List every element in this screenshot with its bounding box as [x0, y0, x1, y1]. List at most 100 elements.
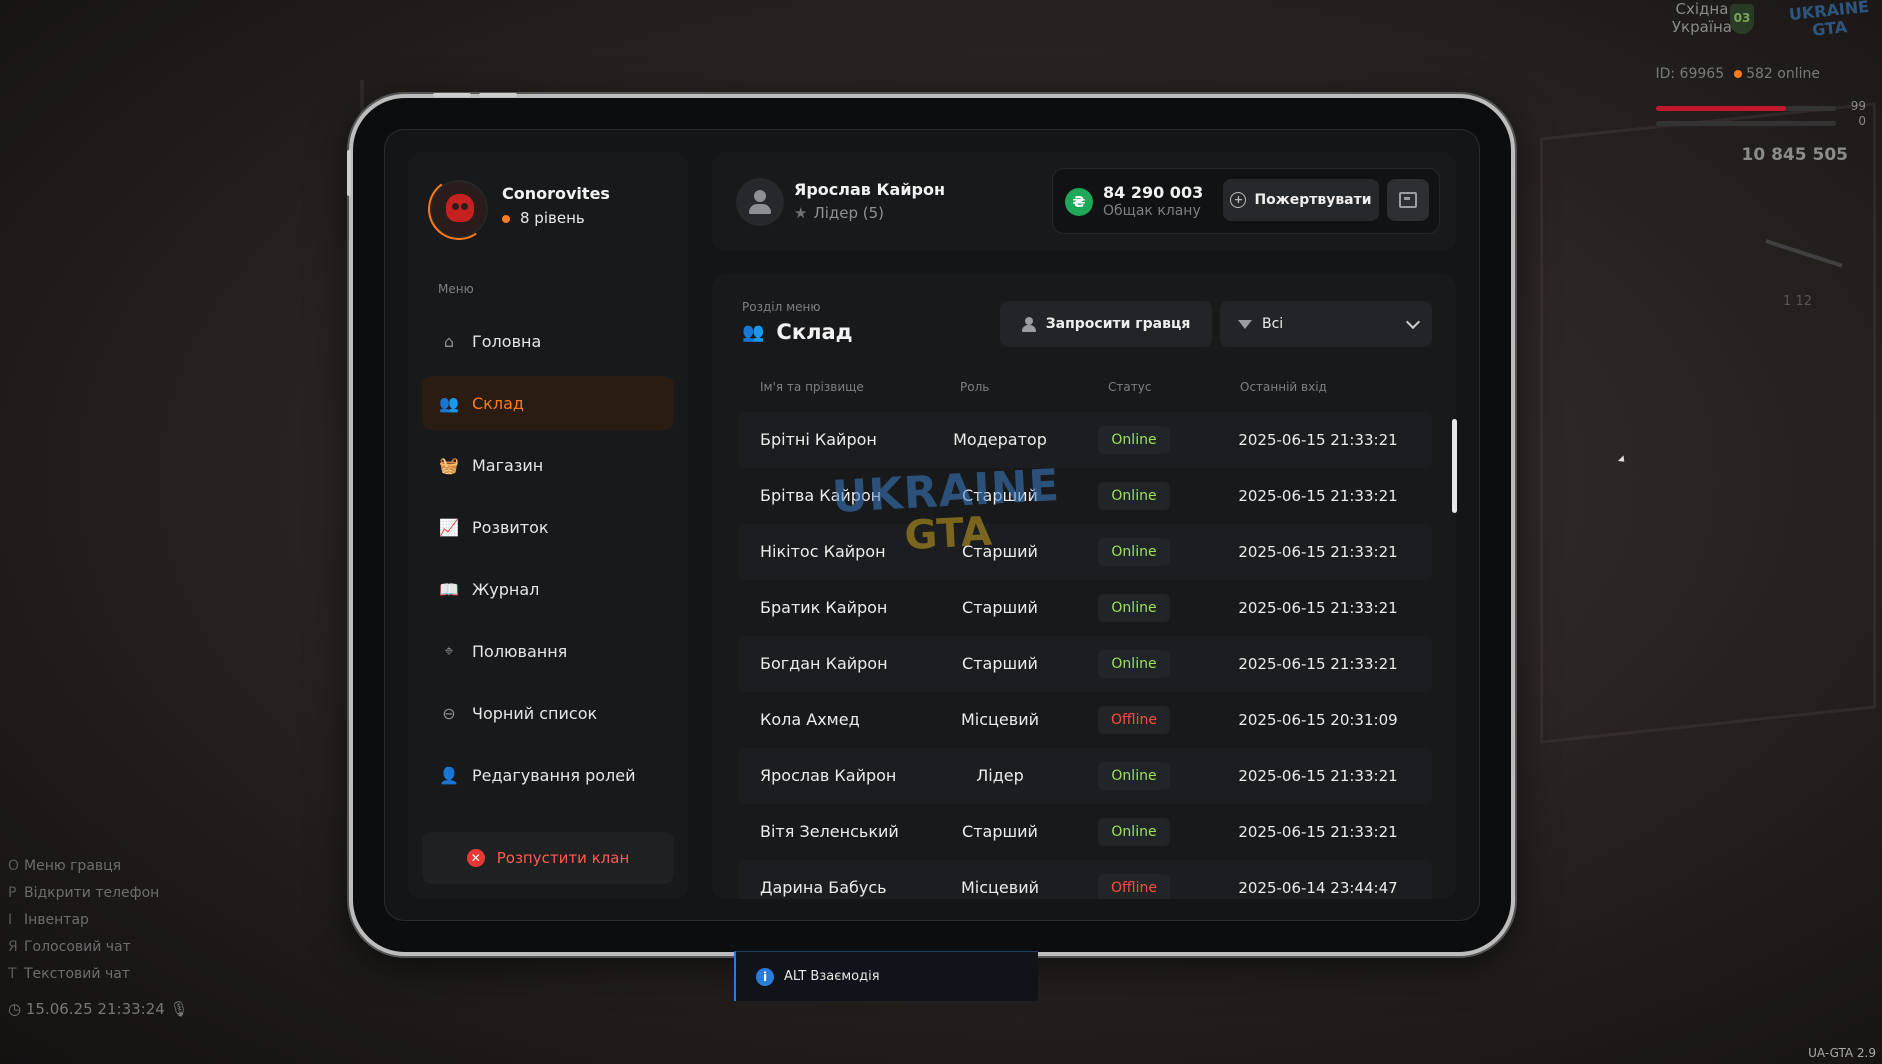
- hud-clock: ◷ 15.06.25 21:33:24 🎙: [8, 1000, 189, 1018]
- hud-region-name: Східна Україна: [1672, 0, 1732, 36]
- menu-item-label: Магазин: [472, 455, 544, 475]
- member-role: Місцевий: [960, 710, 1039, 729]
- hotkey-label: Голосовий чат: [24, 939, 131, 955]
- donate-button[interactable]: + Пожертвувати: [1223, 179, 1379, 221]
- clan-bank: ₴ 84 290 003 Общак клану + Пожертвувати: [1052, 168, 1440, 234]
- interaction-hint: i ALT Взаємодія: [734, 951, 1038, 1001]
- member-role: Старший: [962, 542, 1038, 561]
- role-filter-select[interactable]: Всі: [1220, 301, 1432, 347]
- background-wall-right: [1540, 102, 1876, 744]
- clan-menu: ⌂ Головна 👥 Склад 🧺 Магазин 📈 Розвиток 📖 Журн…: [422, 314, 674, 810]
- member-name: Вітя Зеленський: [760, 822, 899, 841]
- status-badge: Online: [1098, 762, 1170, 790]
- member-role: Старший: [962, 822, 1038, 841]
- clan-level: 8 рівень: [502, 209, 585, 227]
- status-badge: Online: [1098, 818, 1170, 846]
- table-row[interactable]: Дарина Бабусь Місцевий Offline 2025-06-1…: [738, 860, 1432, 899]
- bank-amount: 84 290 003: [1103, 183, 1204, 202]
- column-header-name: Ім'я та прізвище: [760, 380, 864, 394]
- table-row[interactable]: Ярослав Кайрон Лідер Online 2025-06-15 2…: [738, 748, 1432, 804]
- page-title: 👥 Склад: [742, 320, 853, 344]
- hotkey-label: Текстовий чат: [24, 966, 130, 982]
- wallet-button[interactable]: [1387, 179, 1429, 221]
- journal-book-icon: 📖: [439, 579, 459, 599]
- table-row[interactable]: Братик Кайрон Старший Online 2025-06-15 …: [738, 580, 1432, 636]
- member-name: Брітва Кайрон: [760, 486, 882, 505]
- clan-level-text: 8 рівень: [520, 209, 585, 227]
- game-version: UA-GTA 2.9: [1808, 1046, 1876, 1060]
- member-role: Старший: [962, 486, 1038, 505]
- menu-item-shop[interactable]: 🧺 Магазин: [422, 438, 674, 492]
- hotkey-key: O: [8, 858, 20, 874]
- hud-ammo: 1 12: [1783, 294, 1812, 309]
- members-panel: Розділ меню 👥 Склад Запросити гравця Всі …: [712, 274, 1456, 899]
- menu-item-edit-roles[interactable]: 👤 Редагування ролей: [422, 748, 674, 802]
- hotkey-item: I Інвентар: [8, 907, 159, 934]
- hotkey-key: T: [8, 966, 17, 982]
- hotkey-key: Я: [8, 939, 18, 955]
- hotkey-item: P Відкрити телефон: [8, 880, 159, 907]
- member-last-login: 2025-06-15 21:33:21: [1238, 487, 1398, 505]
- page-title-text: Склад: [776, 320, 853, 344]
- table-row[interactable]: Брітва Кайрон Старший Online 2025-06-15 …: [738, 468, 1432, 524]
- bank-label: Общак клану: [1103, 203, 1201, 219]
- chevron-down-icon: [1405, 314, 1421, 330]
- add-user-icon: [1021, 317, 1036, 332]
- interaction-hint-label: ALT Взаємодія: [784, 969, 880, 984]
- user-role: ★ Лідер (5): [794, 204, 884, 222]
- menu-item-growth[interactable]: 📈 Розвиток: [422, 500, 674, 554]
- menu-item-journal[interactable]: 📖 Журнал: [422, 562, 674, 616]
- profile-header: Ярослав Кайрон ★ Лідер (5) ₴ 84 290 003 О…: [712, 152, 1456, 251]
- invite-player-button[interactable]: Запросити гравця: [1000, 301, 1212, 347]
- table-row[interactable]: Кола Ахмед Місцевий Offline 2025-06-15 2…: [738, 692, 1432, 748]
- table-row[interactable]: Вітя Зеленський Старший Online 2025-06-1…: [738, 804, 1432, 860]
- hotkey-item: Я Голосовий чат: [8, 934, 159, 961]
- player-id-text: ID: 69965: [1655, 66, 1725, 82]
- menu-item-home[interactable]: ⌂ Головна: [422, 314, 674, 368]
- user-name: Ярослав Кайрон: [794, 180, 946, 199]
- table-row[interactable]: Нікітос Кайрон Старший Online 2025-06-15…: [738, 524, 1432, 580]
- menu-item-blacklist[interactable]: ⊖ Чорний список: [422, 686, 674, 740]
- clock-text: 15.06.25 21:33:24: [25, 1000, 165, 1018]
- menu-item-label: Розвиток: [472, 517, 549, 537]
- member-name: Ярослав Кайрон: [760, 766, 897, 785]
- disband-clan-label: Розпустити клан: [496, 849, 630, 867]
- member-name: Брітні Кайрон: [760, 430, 877, 449]
- member-last-login: 2025-06-15 21:33:21: [1238, 599, 1398, 617]
- clan-avatar: [430, 180, 488, 238]
- member-role: Місцевий: [960, 878, 1039, 897]
- member-last-login: 2025-06-15 21:33:21: [1238, 431, 1398, 449]
- table-scrollbar[interactable]: [1452, 419, 1457, 513]
- online-count: 582 online: [1746, 66, 1820, 82]
- clan-sidebar: Conorovites 8 рівень Меню ⌂ Головна 👥 Скла…: [408, 152, 688, 899]
- menu-item-label: Чорний список: [472, 703, 598, 723]
- armor-bar: 0: [1656, 114, 1866, 128]
- level-dot-icon: [502, 214, 510, 223]
- member-last-login: 2025-06-15 21:33:21: [1238, 823, 1398, 841]
- hotkey-list: O Меню гравця P Відкрити телефон I Інвентар…: [8, 853, 159, 988]
- column-header-status: Статус: [1108, 380, 1152, 394]
- table-row[interactable]: Брітні Кайрон Модератор Online 2025-06-1…: [738, 412, 1432, 468]
- star-icon: ★: [794, 204, 808, 222]
- member-role: Старший: [962, 654, 1038, 673]
- filter-value: Всі: [1262, 316, 1284, 332]
- clock-icon: ◷: [8, 1000, 26, 1018]
- table-row[interactable]: Богдан Кайрон Старший Online 2025-06-15 …: [738, 636, 1432, 692]
- home-icon: ⌂: [443, 331, 455, 351]
- hryvnia-icon: ₴: [1065, 188, 1093, 216]
- shop-basket-icon: 🧺: [439, 455, 459, 475]
- hotkey-label: Відкрити телефон: [24, 885, 160, 901]
- menu-item-members[interactable]: 👥 Склад: [422, 376, 674, 430]
- online-dot-icon: [1734, 70, 1743, 78]
- region-badge-icon: 03: [1730, 4, 1754, 34]
- member-name: Дарина Бабусь: [760, 878, 887, 897]
- menu-item-hunting[interactable]: ⌖ Полювання: [422, 624, 674, 678]
- member-last-login: 2025-06-15 21:33:21: [1238, 543, 1398, 561]
- disband-clan-button[interactable]: ✕ Розпустити клан: [422, 832, 674, 884]
- member-last-login: 2025-06-15 21:33:21: [1238, 655, 1398, 673]
- edit-user-icon: 👤: [439, 765, 459, 785]
- status-badge: Online: [1098, 594, 1170, 622]
- column-header-last-login: Останній вхід: [1240, 380, 1327, 394]
- members-icon: 👥: [439, 393, 459, 413]
- status-badge: Online: [1098, 650, 1170, 678]
